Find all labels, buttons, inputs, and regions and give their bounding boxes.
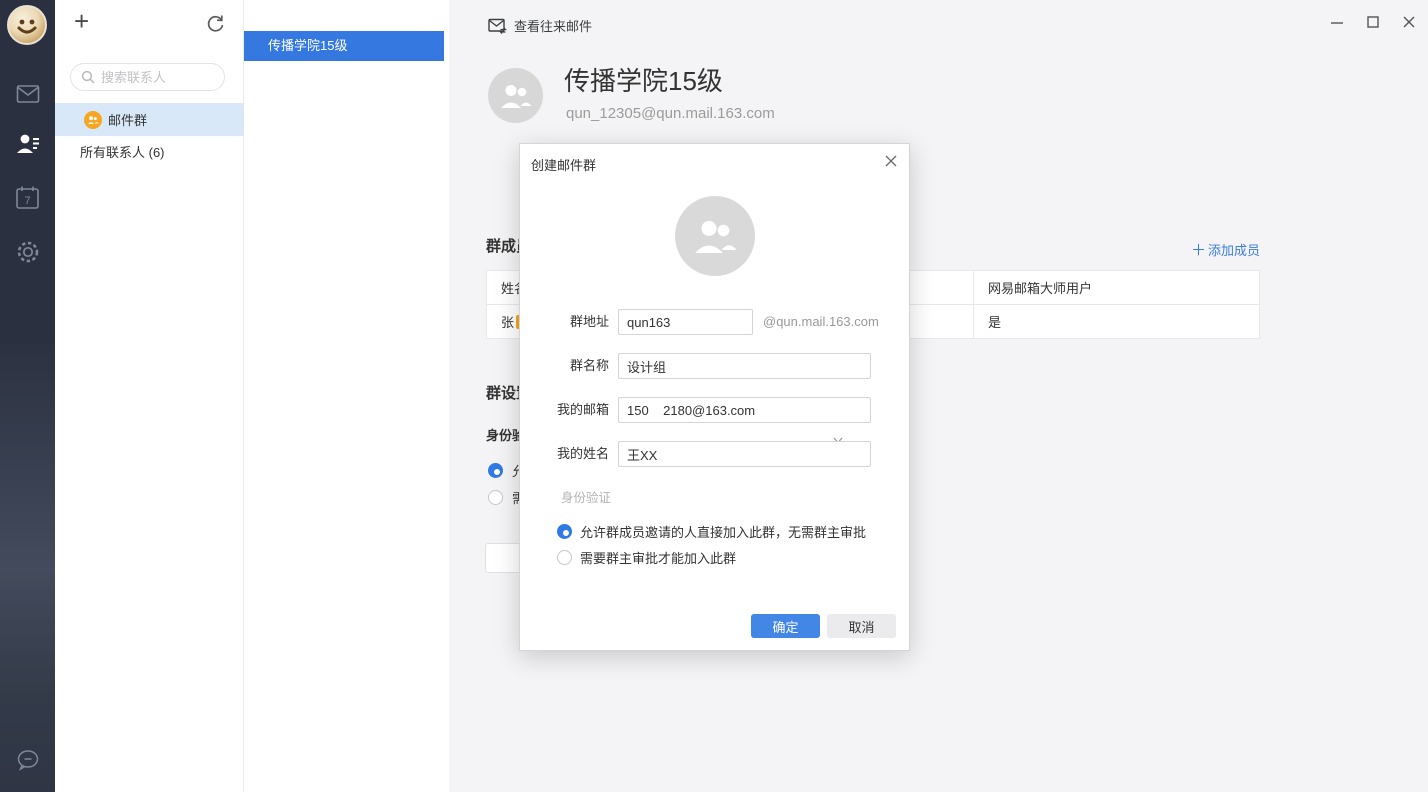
my-email-value: 150 2180@163.com <box>627 403 755 418</box>
verify-option-2[interactable]: 需要群主审批才能加入此群 <box>557 548 736 567</box>
mail-group-list: 传播学院15级 <box>244 0 449 792</box>
create-mail-group-dialog: 创建邮件群 群地址 @qun.mail.163.com 群名称 我的邮箱 150… <box>519 143 910 651</box>
radio-selected-icon[interactable] <box>488 463 503 478</box>
window-controls <box>1330 15 1416 29</box>
calendar-day: 7 <box>24 195 30 207</box>
group-email: qun_12305@qun.mail.163.com <box>566 105 775 122</box>
verify-label: 身份验证 <box>561 487 611 506</box>
my-email-select[interactable]: 150 2180@163.com <box>618 397 871 423</box>
mail-icon[interactable] <box>0 84 55 104</box>
plus-icon: ＋ <box>1191 239 1206 260</box>
contacts-icon[interactable] <box>0 132 55 156</box>
my-name-label: 我的姓名 <box>520 441 609 467</box>
radio-selected-icon[interactable] <box>557 524 572 539</box>
cancel-button[interactable]: 取消 <box>827 614 896 638</box>
radio-icon[interactable] <box>557 550 572 565</box>
group-name: 传播学院15级 <box>564 61 723 98</box>
toolbar-label: 查看往来邮件 <box>514 16 592 35</box>
sidebar-item-mail-groups[interactable]: 邮件群 <box>55 103 244 136</box>
mail-exchange-icon <box>488 18 507 34</box>
minimize-button[interactable] <box>1330 15 1344 29</box>
calendar-icon[interactable]: 7 <box>0 185 55 210</box>
col-mailmaster-user: 网易邮箱大师用户 <box>974 271 1260 305</box>
my-name-input[interactable] <box>618 441 871 467</box>
add-contact-button[interactable]: + <box>74 8 89 34</box>
group-list-item-label: 传播学院15级 <box>268 38 347 53</box>
option-label: 需要群主审批才能加入此群 <box>580 548 736 567</box>
group-name-row: 群名称 <box>520 353 909 379</box>
settings-gear-icon[interactable] <box>0 239 55 265</box>
group-address-row: 群地址 @qun.mail.163.com <box>520 309 909 335</box>
app-rail: 7 <box>0 0 55 792</box>
my-name-row: 我的姓名 <box>520 441 909 467</box>
member-is-user: 是 <box>974 305 1260 339</box>
group-address-label: 群地址 <box>520 309 609 335</box>
member-name: 张 <box>501 315 514 330</box>
group-avatar <box>488 68 543 123</box>
group-list-item[interactable]: 传播学院15级 <box>244 31 444 61</box>
view-correspondence-button[interactable]: 查看往来邮件 <box>488 16 592 35</box>
close-icon[interactable] <box>882 152 900 170</box>
maximize-button[interactable] <box>1366 15 1380 29</box>
search-input[interactable] <box>101 70 211 85</box>
group-name-input[interactable] <box>618 353 871 379</box>
dialog-title: 创建邮件群 <box>531 155 596 174</box>
my-email-row: 我的邮箱 150 2180@163.com <box>520 397 909 423</box>
refresh-icon[interactable] <box>206 14 225 33</box>
verify-option-1[interactable]: 允许群成员邀请的人直接加入此群，无需群主审批 <box>557 522 866 541</box>
add-member-button[interactable]: ＋ 添加成员 <box>1191 239 1260 260</box>
user-avatar[interactable] <box>7 5 47 45</box>
group-name-label: 群名称 <box>520 353 609 379</box>
confirm-button[interactable]: 确定 <box>751 614 820 638</box>
radio-icon[interactable] <box>488 490 503 505</box>
contact-search-box <box>70 63 225 91</box>
group-icon <box>84 111 102 129</box>
feedback-chat-icon[interactable] <box>0 748 55 772</box>
add-member-label: 添加成员 <box>1208 240 1260 259</box>
my-email-label: 我的邮箱 <box>520 397 609 423</box>
sidebar-item-label: 所有联系人 (6) <box>80 142 165 161</box>
sidebar-item-label: 邮件群 <box>108 110 147 129</box>
close-window-button[interactable] <box>1402 15 1416 29</box>
group-address-input[interactable] <box>618 309 753 335</box>
new-group-avatar <box>675 196 755 276</box>
contacts-sidebar: + 邮件群 所有联系人 (6) <box>55 0 244 792</box>
address-suffix: @qun.mail.163.com <box>763 309 879 335</box>
sidebar-item-all-contacts[interactable]: 所有联系人 (6) <box>55 136 244 167</box>
search-icon <box>81 70 95 84</box>
option-label: 允许群成员邀请的人直接加入此群，无需群主审批 <box>580 522 866 541</box>
